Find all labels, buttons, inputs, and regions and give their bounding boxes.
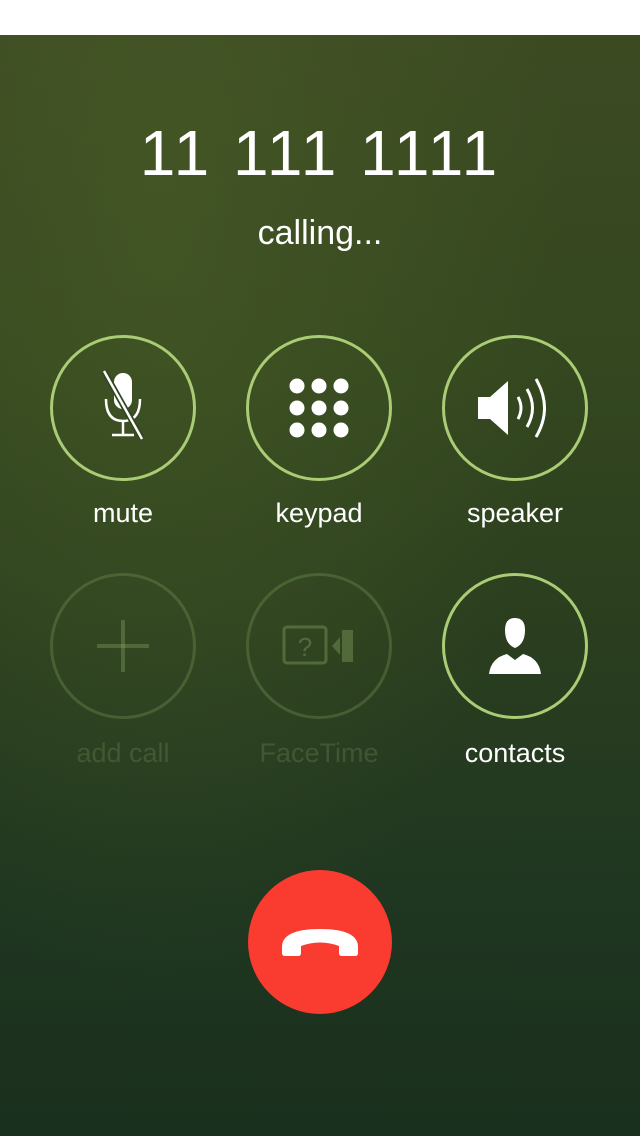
facetime-icon: ? [282, 625, 356, 667]
plus-icon [95, 618, 151, 674]
speaker-button[interactable] [442, 335, 588, 481]
keypad-button[interactable] [246, 335, 392, 481]
facetime-button[interactable]: ? [246, 573, 392, 719]
contacts-label: contacts [464, 738, 566, 768]
add-call-button[interactable] [50, 573, 196, 719]
contact-icon [485, 616, 545, 676]
call-screen: 11 111 1111 calling... mute keypad speak… [0, 35, 640, 1136]
phone-hangup-icon [278, 925, 362, 959]
speaker-icon [476, 373, 554, 443]
mute-button[interactable] [50, 335, 196, 481]
end-call-button[interactable] [248, 870, 392, 1014]
add-call-label: add call [76, 738, 170, 768]
speaker-label: speaker [466, 498, 564, 528]
facetime-label: FaceTime [259, 738, 379, 768]
keypad-label: keypad [275, 498, 363, 528]
svg-text:?: ? [298, 632, 312, 662]
phone-number: 11 111 1111 [139, 117, 501, 189]
keypad-icon [289, 378, 349, 438]
contacts-button[interactable] [442, 573, 588, 719]
mute-label: mute [92, 498, 154, 528]
top-white-strip [0, 0, 640, 35]
call-status: calling... [257, 214, 383, 252]
muted-microphone-icon [100, 369, 146, 447]
